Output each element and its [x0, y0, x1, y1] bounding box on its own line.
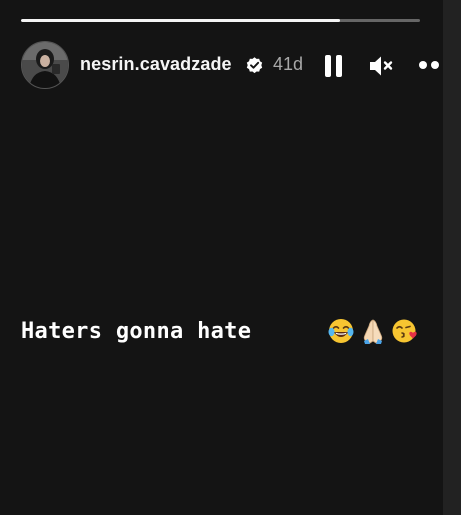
story-viewer: nesrin.cavadzade 41d Haters gonna hate	[0, 0, 461, 515]
face-with-tears-of-joy-emoji	[328, 319, 354, 343]
more-options-button[interactable]	[418, 60, 443, 72]
username[interactable]: nesrin.cavadzade	[80, 54, 232, 75]
face-blowing-a-kiss-emoji	[392, 319, 417, 343]
mute-toggle-button[interactable]	[367, 52, 395, 80]
profile-photo-icon	[22, 42, 68, 88]
volume-muted-icon	[370, 56, 393, 76]
side-panel-edge	[443, 0, 461, 515]
story-progress-fill	[21, 19, 341, 22]
story-caption-text: Haters gonna hate	[21, 319, 252, 344]
avatar[interactable]	[21, 41, 69, 89]
story-header: nesrin.cavadzade 41d	[0, 40, 443, 92]
verified-badge-icon	[246, 57, 263, 74]
story-progress-bar	[21, 19, 420, 22]
story-caption-emojis	[327, 317, 423, 347]
pause-button[interactable]	[321, 52, 345, 80]
post-age: 41d	[273, 54, 304, 74]
folded-hands-emoji	[363, 319, 383, 344]
story-panel[interactable]: nesrin.cavadzade 41d Haters gonna hate	[0, 0, 443, 515]
